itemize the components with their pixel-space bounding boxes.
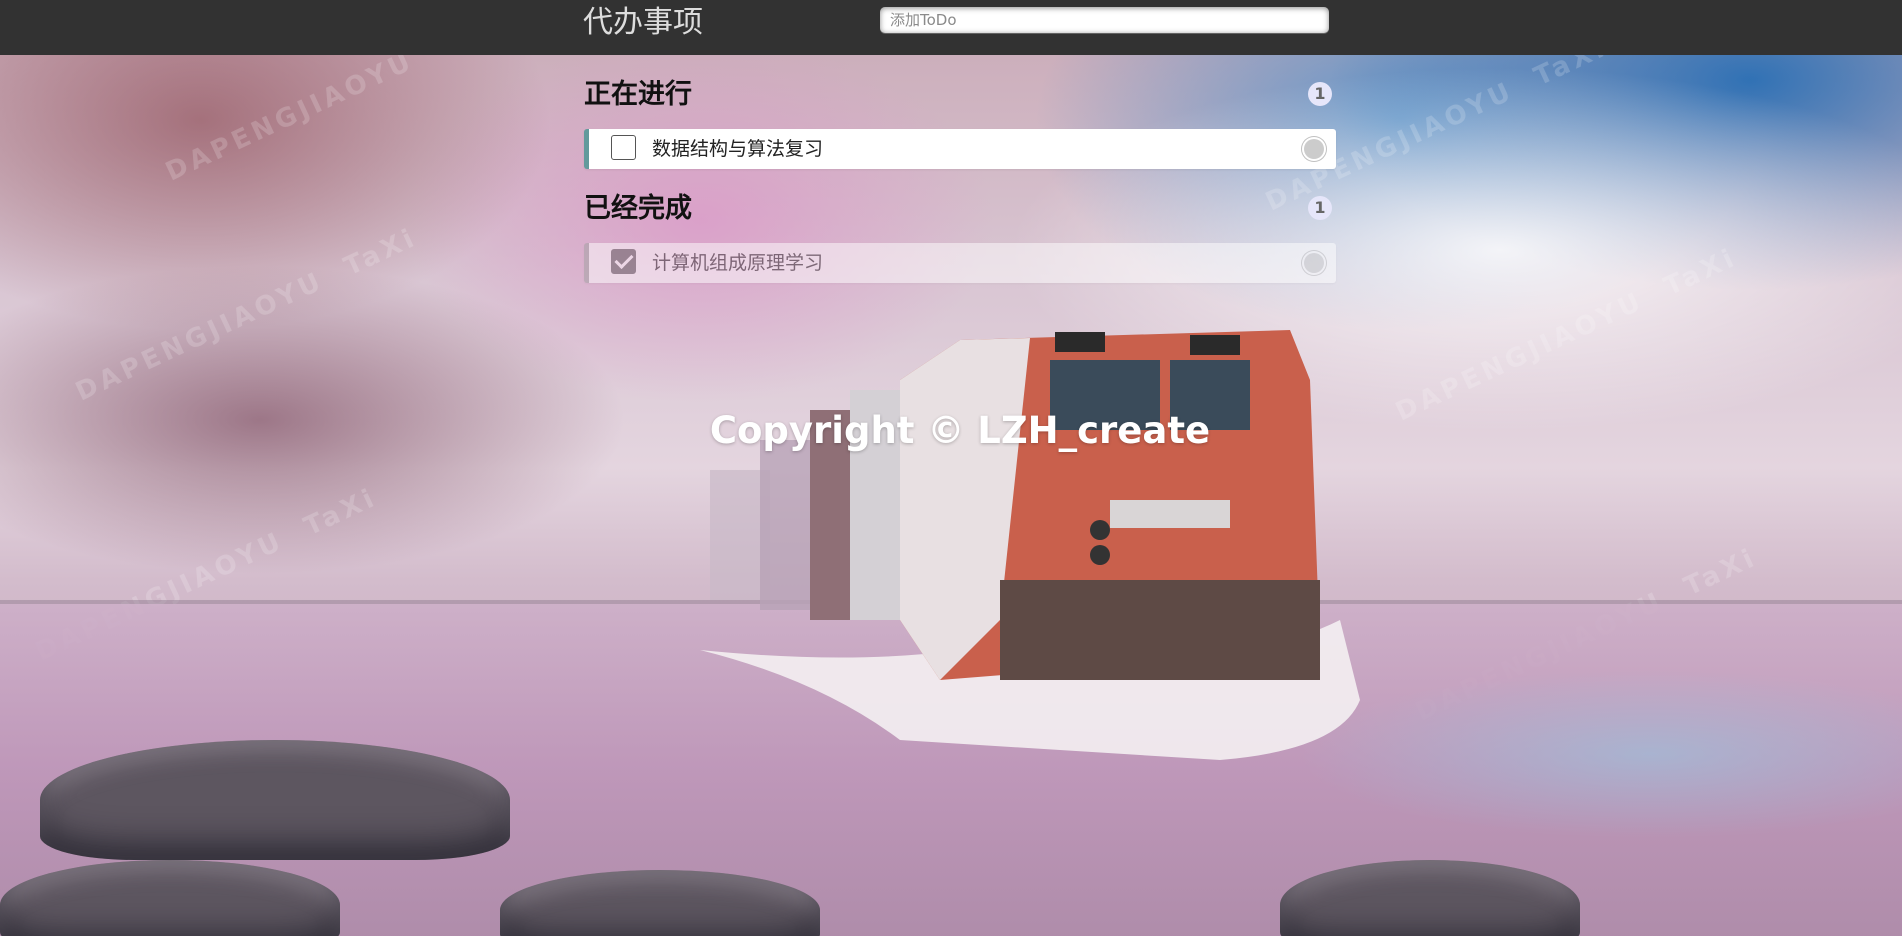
train-illustration	[700, 330, 1360, 760]
done-section-header: 已经完成 1	[584, 169, 1336, 225]
ongoing-section-header: 正在进行 1	[584, 55, 1336, 111]
watermark-text: DAPENGJIAOYU TaXi	[1391, 242, 1743, 428]
watermark-text: DAPENGJIAOYU TaXi	[71, 222, 423, 408]
circle-delete-icon[interactable]	[1302, 137, 1326, 161]
todo-item-text[interactable]: 数据结构与算法复习	[652, 129, 823, 169]
add-todo-input[interactable]	[880, 7, 1329, 33]
rock	[40, 740, 510, 860]
todo-item[interactable]: 数据结构与算法复习	[584, 129, 1336, 169]
done-item-text[interactable]: 计算机组成原理学习	[652, 243, 823, 283]
checked-checkbox-icon[interactable]	[611, 249, 636, 274]
done-section-title: 已经完成	[584, 193, 692, 224]
header-container: 代办事项	[583, 0, 1335, 55]
ongoing-section-title: 正在进行	[584, 79, 692, 110]
ongoing-list: 数据结构与算法复习	[584, 129, 1336, 169]
copyright-text: Copyright © LZH_create	[709, 409, 1211, 452]
circle-delete-icon[interactable]	[1302, 251, 1326, 275]
done-item[interactable]: 计算机组成原理学习	[584, 243, 1336, 283]
done-count-badge: 1	[1308, 196, 1332, 220]
todo-main: 正在进行 1 数据结构与算法复习 已经完成 1 计算机组成原理学习 Copyri…	[584, 55, 1336, 452]
done-list: 计算机组成原理学习	[584, 243, 1336, 283]
top-header-bar: 代办事项	[0, 0, 1902, 55]
checkbox-icon[interactable]	[611, 135, 636, 160]
ongoing-count-badge: 1	[1308, 82, 1332, 106]
app-title: 代办事项	[583, 5, 703, 40]
